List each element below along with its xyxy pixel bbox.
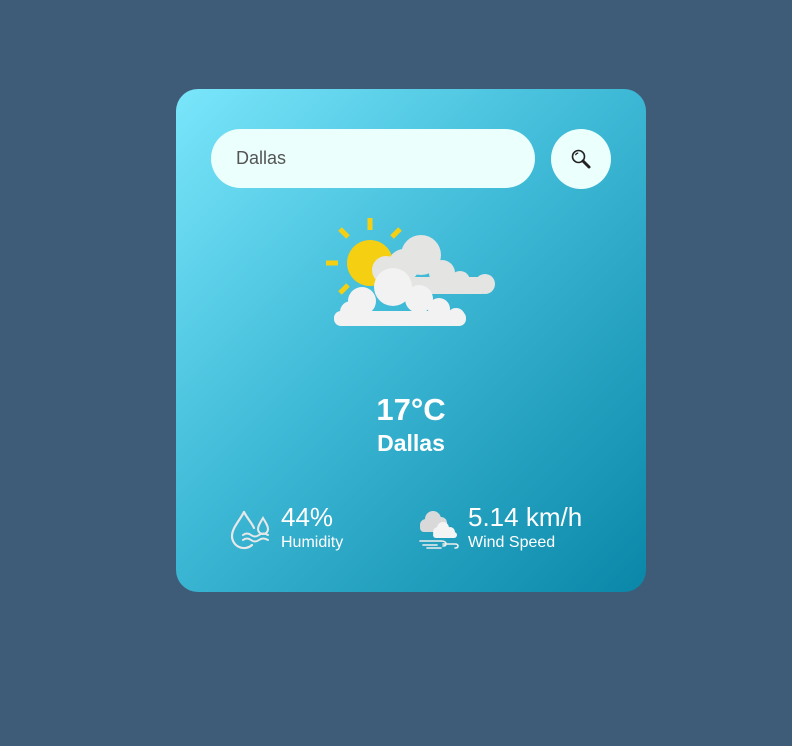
wind-speed-value: 5.14 km/h [468, 502, 583, 532]
humidity-icon [230, 510, 270, 550]
search-input[interactable] [211, 129, 535, 188]
humidity-value: 44% [281, 502, 334, 532]
city-name: Dallas [377, 430, 445, 456]
temperature: 17°C [376, 392, 446, 427]
search-button[interactable] [551, 129, 611, 189]
partly-cloudy-icon [326, 218, 495, 326]
humidity-label: Humidity [281, 534, 344, 551]
wind-speed-label: Wind Speed [468, 534, 556, 551]
wind-icon [419, 511, 459, 549]
search-icon [571, 149, 591, 169]
weather-card: 17°C Dallas 44% Humidity [176, 89, 646, 592]
